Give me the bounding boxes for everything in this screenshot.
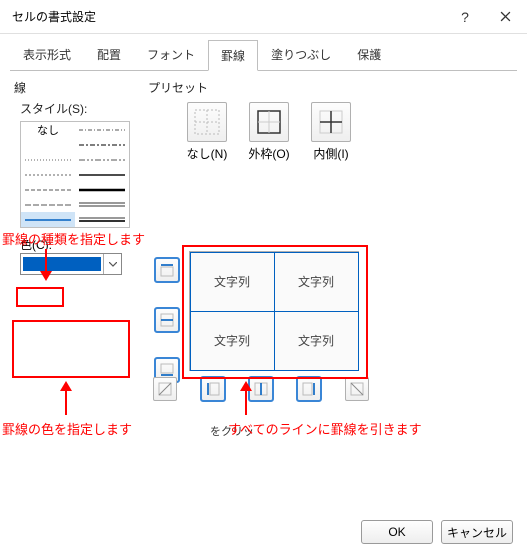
tab-border[interactable]: 罫線 bbox=[208, 40, 258, 71]
line-section-label: 線 bbox=[14, 79, 144, 96]
line-style-option[interactable] bbox=[79, 173, 125, 177]
annotation-box bbox=[12, 320, 130, 378]
color-swatch bbox=[23, 257, 101, 271]
ok-button[interactable]: OK bbox=[361, 520, 433, 544]
preview-cell: 文字列 bbox=[190, 311, 275, 371]
preset-outline-label: 外枠(O) bbox=[248, 145, 289, 162]
tab-bar: 表示形式 配置 フォント 罫線 塗りつぶし 保護 bbox=[0, 34, 527, 70]
preview-cell: 文字列 bbox=[274, 311, 359, 371]
tab-alignment[interactable]: 配置 bbox=[84, 39, 134, 70]
preset-outline-icon bbox=[255, 108, 283, 136]
dialog-button-bar: OK キャンセル bbox=[361, 520, 513, 544]
line-style-option[interactable] bbox=[25, 158, 71, 162]
preset-outline-button[interactable] bbox=[249, 102, 289, 142]
preset-section-label: プリセット bbox=[148, 79, 488, 96]
tab-content: 線 スタイル(S): なし bbox=[0, 71, 527, 526]
preview-cell: 文字列 bbox=[190, 252, 275, 312]
annotation-box bbox=[16, 287, 64, 307]
line-style-option[interactable] bbox=[79, 158, 125, 162]
annotation-arrow-icon bbox=[36, 247, 56, 287]
border-right-button[interactable] bbox=[297, 377, 321, 401]
line-style-option[interactable] bbox=[25, 188, 71, 192]
line-style-option[interactable] bbox=[79, 128, 125, 132]
border-diag-down-button[interactable] bbox=[345, 377, 369, 401]
cancel-button[interactable]: キャンセル bbox=[441, 520, 513, 544]
preset-inside-button[interactable] bbox=[311, 102, 351, 142]
border-diag-up-button[interactable] bbox=[153, 377, 177, 401]
border-top-button[interactable] bbox=[155, 258, 179, 282]
line-style-option[interactable] bbox=[79, 143, 125, 147]
tab-fill[interactable]: 塗りつぶし bbox=[258, 39, 344, 70]
annotation-style-text: 罫線の種類を指定します bbox=[2, 229, 145, 248]
tab-font[interactable]: フォント bbox=[134, 39, 208, 70]
tab-protection[interactable]: 保護 bbox=[344, 39, 394, 70]
annotation-lines-text: すべてのラインに罫線を引きます bbox=[228, 419, 422, 438]
close-icon bbox=[500, 11, 511, 22]
close-button[interactable] bbox=[485, 2, 525, 32]
line-style-option[interactable] bbox=[79, 217, 125, 223]
chevron-down-icon bbox=[103, 254, 121, 274]
line-style-option[interactable] bbox=[25, 173, 71, 177]
preview-cell: 文字列 bbox=[274, 252, 359, 312]
line-style-option-selected[interactable] bbox=[25, 218, 71, 222]
border-middle-h-button[interactable] bbox=[155, 308, 179, 332]
preset-none-button[interactable] bbox=[187, 102, 227, 142]
tab-number-format[interactable]: 表示形式 bbox=[10, 39, 84, 70]
titlebar: セルの書式設定 ? bbox=[0, 0, 527, 34]
annotation-arrow-icon bbox=[236, 379, 256, 419]
help-button[interactable]: ? bbox=[445, 2, 485, 32]
preset-inside-label: 内側(I) bbox=[313, 145, 348, 162]
line-style-option[interactable] bbox=[25, 203, 71, 207]
annotation-arrow-icon bbox=[56, 379, 76, 419]
border-preview[interactable]: 文字列 文字列 文字列 文字列 bbox=[189, 251, 359, 371]
preset-none-label: なし(N) bbox=[187, 145, 228, 162]
style-label: スタイル(S): bbox=[20, 100, 144, 117]
line-style-list[interactable]: なし bbox=[20, 121, 130, 228]
annotation-color-text: 罫線の色を指定します bbox=[2, 419, 132, 438]
preset-none-icon bbox=[193, 108, 221, 136]
border-left-button[interactable] bbox=[201, 377, 225, 401]
line-style-none[interactable]: なし bbox=[37, 122, 59, 138]
line-style-option[interactable] bbox=[79, 202, 125, 208]
line-style-option[interactable] bbox=[79, 188, 125, 192]
preset-group: プリセット なし(N) bbox=[148, 79, 488, 162]
preset-inside-icon bbox=[317, 108, 345, 136]
dialog-title: セルの書式設定 bbox=[12, 8, 445, 25]
